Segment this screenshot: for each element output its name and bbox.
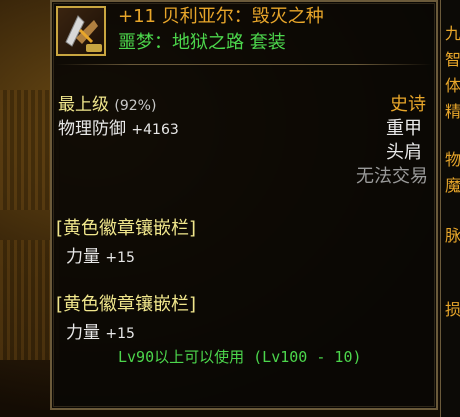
icon-badge	[86, 44, 102, 52]
side-text: 九	[445, 24, 460, 43]
socket-label: [黄色徽章镶嵌栏]	[56, 218, 197, 239]
item-tooltip: +11 贝利亚尔：毁灭之种 噩梦：地狱之路 套装 最上级 (92%) 史诗 物理…	[50, 0, 438, 410]
defense-value: +4163	[131, 122, 179, 138]
socket-stat-value: +15	[105, 250, 135, 266]
socket-stat-name: 力量	[66, 247, 100, 267]
side-text: 智	[445, 50, 460, 69]
item-icon	[56, 6, 106, 56]
armor-type: 重甲	[386, 118, 422, 139]
side-panel: 九 智 体 精 物 魔 脉 损	[440, 0, 460, 417]
side-text: 魔	[445, 176, 460, 195]
level-requirement: Lv90以上可以使用 (Lv100 - 10)	[118, 348, 362, 366]
side-text: 脉	[445, 226, 460, 245]
side-text: 损	[445, 300, 460, 319]
item-grade: 最上级 (92%)	[58, 94, 156, 117]
item-set: 噩梦：地狱之路 套装	[118, 32, 286, 53]
item-name: +11 贝利亚尔：毁灭之种	[118, 6, 324, 27]
equip-slot: 头肩	[386, 142, 422, 163]
side-text: 精	[445, 102, 460, 121]
grade-percent: (92%)	[114, 98, 157, 114]
divider	[56, 64, 432, 65]
defense-label: 物理防御	[58, 119, 126, 139]
item-rarity: 史诗	[390, 94, 426, 115]
socket-label: [黄色徽章镶嵌栏]	[56, 294, 197, 315]
socket-stat: 力量 +15	[66, 246, 135, 269]
side-text: 物	[445, 150, 460, 169]
socket-stat: 力量 +15	[66, 322, 135, 345]
defense-stat: 物理防御 +4163	[58, 118, 179, 141]
side-text: 体	[445, 76, 460, 95]
socket-stat-value: +15	[105, 326, 135, 342]
grade-label: 最上级	[58, 95, 109, 115]
socket-stat-name: 力量	[66, 323, 100, 343]
trade-status: 无法交易	[356, 166, 428, 187]
